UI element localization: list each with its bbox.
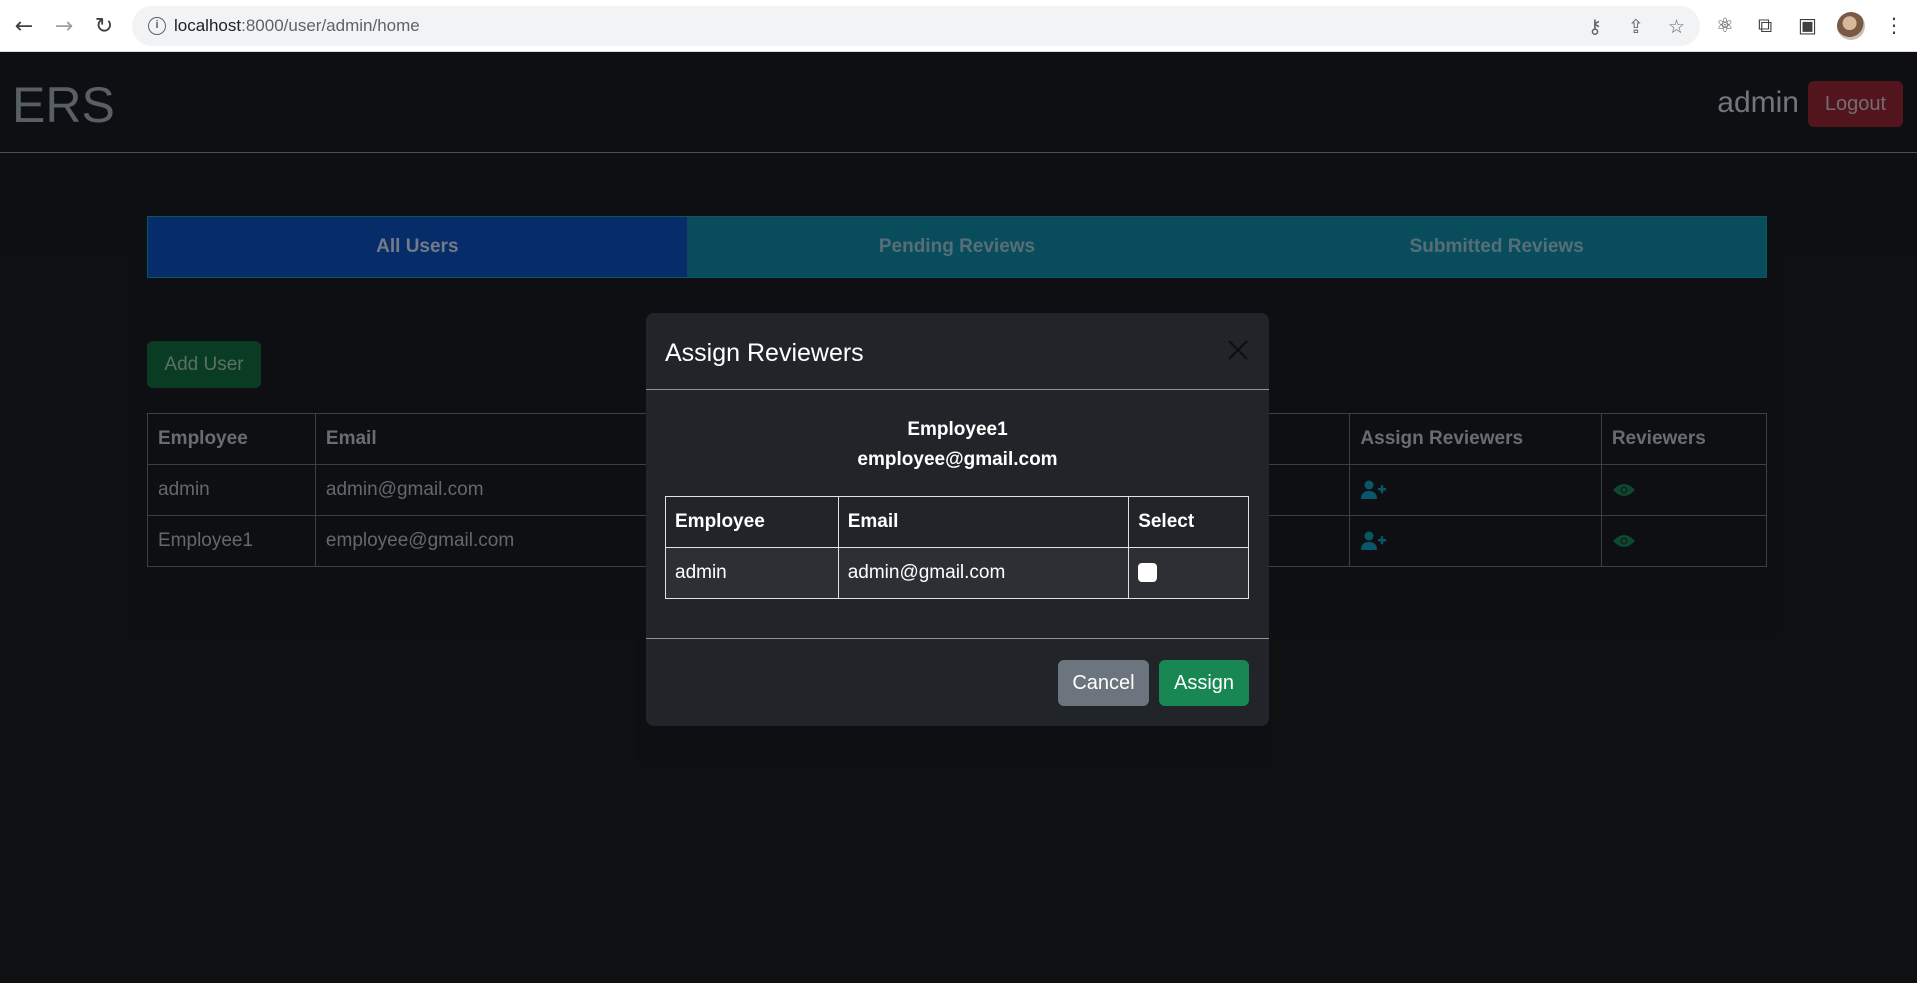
forward-icon[interactable]: →	[50, 12, 78, 40]
col-employee: Employee	[665, 496, 839, 548]
react-devtools-icon[interactable]: ⚛	[1716, 13, 1734, 37]
cancel-button[interactable]: Cancel	[1058, 660, 1149, 706]
cell-employee: admin	[665, 547, 839, 599]
reviewer-select-table: Employee Email Select admin admin@gmail.…	[665, 496, 1249, 599]
address-bar[interactable]: i localhost:8000/user/admin/home ⚷ ⇪ ☆	[132, 6, 1700, 46]
table-row: admin admin@gmail.com	[665, 547, 1249, 599]
menu-kebab-icon[interactable]: ⋮	[1884, 13, 1904, 37]
bookmark-star-icon[interactable]: ☆	[1668, 16, 1685, 38]
select-reviewer-checkbox[interactable]	[1138, 563, 1158, 583]
modal-footer-divider	[646, 638, 1269, 639]
back-icon[interactable]: ←	[10, 12, 38, 40]
modal-title: Assign Reviewers	[665, 339, 864, 367]
cell-select	[1128, 547, 1249, 599]
browser-toolbar: ← → ↻ i localhost:8000/user/admin/home ⚷…	[0, 0, 1917, 52]
cell-email: admin@gmail.com	[837, 547, 1130, 599]
close-icon[interactable]	[1225, 337, 1251, 363]
assign-button[interactable]: Assign	[1159, 660, 1249, 706]
side-panel-icon[interactable]: ▣	[1798, 13, 1817, 37]
reload-icon[interactable]: ↻	[90, 12, 118, 40]
table-header-row: Employee Email Select	[665, 496, 1249, 548]
url-text[interactable]: localhost:8000/user/admin/home	[174, 16, 420, 36]
assign-reviewers-modal: Assign Reviewers Employee1 employee@gmai…	[646, 313, 1269, 726]
share-icon[interactable]: ⇪	[1628, 16, 1644, 38]
site-info-icon[interactable]: i	[148, 17, 166, 35]
target-employee-name: Employee1	[907, 419, 1008, 440]
key-icon[interactable]: ⚷	[1588, 16, 1602, 38]
col-email: Email	[837, 496, 1130, 548]
target-employee-email: employee@gmail.com	[857, 449, 1058, 470]
modal-header: Assign Reviewers	[646, 313, 1269, 390]
col-select: Select	[1128, 496, 1249, 548]
extensions-icon[interactable]: ⧉	[1758, 13, 1772, 37]
profile-avatar[interactable]	[1837, 12, 1865, 40]
target-employee-info: Employee1 employee@gmail.com	[646, 415, 1269, 475]
